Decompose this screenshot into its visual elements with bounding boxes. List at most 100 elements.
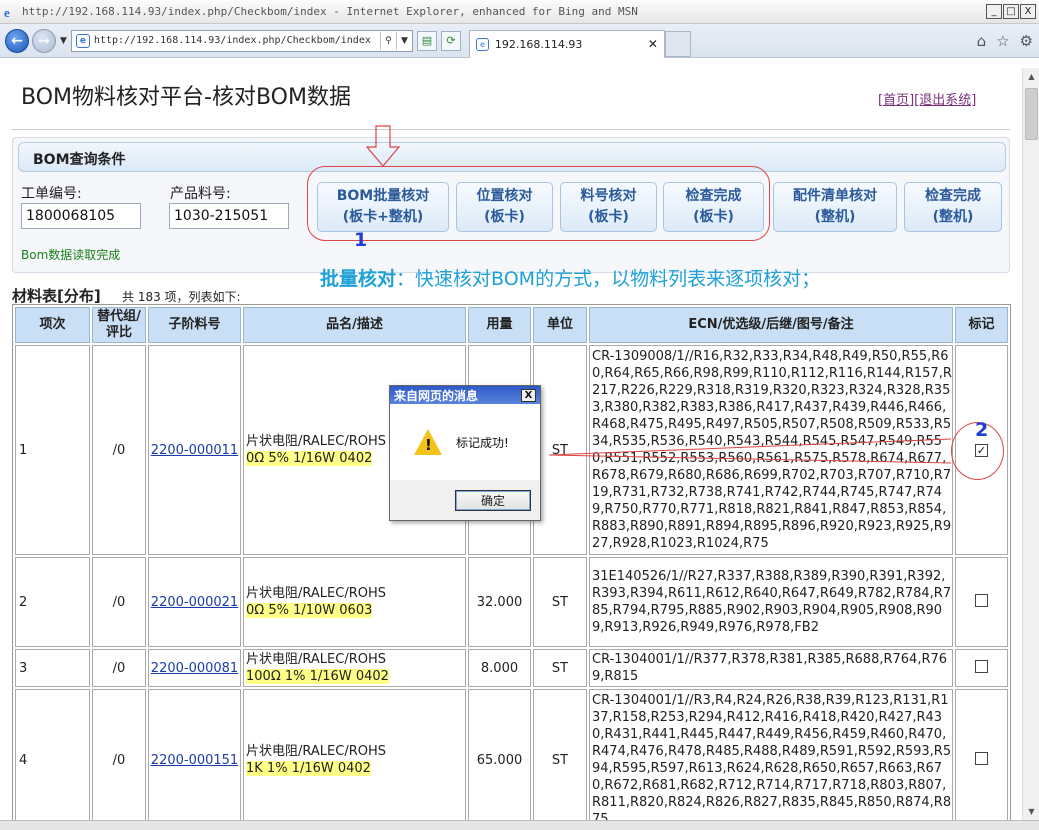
dialog-title: 来自网页的消息: [394, 388, 479, 403]
product-input[interactable]: [169, 203, 289, 229]
col-header-ecn: ECN/优选级/后继/图号/备注: [589, 307, 953, 343]
page-icon: e: [75, 33, 90, 48]
address-dropdown-icon[interactable]: ▼: [395, 31, 412, 50]
accessory-check-button[interactable]: 配件清单核对 (整机): [773, 182, 897, 232]
divider: [12, 129, 1010, 130]
window-controls: _ □ X: [986, 4, 1036, 19]
row-unit: ST: [533, 345, 587, 555]
desc-line2: 0Ω 5% 1/16W 0402: [246, 451, 373, 466]
row-part-cell: 2200-000151: [148, 689, 241, 830]
caption-rest: ：快速核对BOM的方式，以物料列表来逐项核对；: [396, 268, 821, 290]
page-content: BOM物料核对平台-核对BOM数据 [首页][退出系统] BOM查询条件 工单编…: [0, 59, 1021, 830]
dialog-titlebar: 来自网页的消息 X: [390, 386, 540, 404]
row-part-cell: 2200-000011: [148, 345, 241, 555]
product-label: 产品料号:: [170, 186, 231, 202]
top-links: [首页][退出系统]: [878, 89, 976, 108]
scroll-down-icon[interactable]: ▼: [1023, 803, 1039, 820]
part-number-link[interactable]: 2200-000081: [151, 661, 238, 676]
scroll-up-icon[interactable]: ▲: [1023, 68, 1039, 85]
row-ecn: CR-1304001/1//R377,R378,R381,R385,R688,R…: [589, 649, 953, 687]
button-line2: (整机): [814, 209, 856, 225]
annotation-arrow-icon: [366, 125, 400, 167]
new-tab-button[interactable]: [664, 30, 691, 57]
home-link[interactable]: [首页]: [878, 93, 914, 108]
message-dialog: 来自网页的消息 X 标记成功! 确定: [389, 385, 541, 521]
vertical-scrollbar[interactable]: ▲ ▼: [1022, 68, 1039, 820]
browser-tab[interactable]: e 192.168.114.93 ✕: [468, 29, 665, 58]
row-no: 2: [15, 557, 90, 647]
close-window-button[interactable]: X: [1020, 4, 1036, 19]
window-title: http://192.168.114.93/index.php/Checkbom…: [22, 5, 638, 18]
row-sub: /0: [92, 689, 146, 830]
ie-logo-icon: e: [4, 4, 10, 20]
col-header-sub: 替代组/评比: [92, 307, 146, 343]
row-unit: ST: [533, 649, 587, 687]
machine-complete-button[interactable]: 检查完成 (整机): [904, 182, 1002, 232]
browser-toolbar: ← → ▼ e http://192.168.114.93/index.php/…: [0, 24, 1039, 58]
materials-count: 共 183 项，列表如下:: [122, 290, 241, 304]
address-bar[interactable]: e http://192.168.114.93/index.php/Checkb…: [70, 29, 413, 52]
status-bar: [0, 820, 1039, 830]
desc-line1: 片状电阻/RALEC/ROHS: [246, 586, 386, 601]
col-header-unit: 单位: [533, 307, 587, 343]
row-sub: /0: [92, 649, 146, 687]
table-row: 2 /0 2200-000021 片状电阻/RALEC/ROHS 0Ω 5% 1/…: [15, 557, 1008, 647]
bom-table: 项次 替代组/评比 子阶料号 品名/描述 用量 单位 ECN/优选级/后继/图号…: [12, 304, 1011, 830]
row-unit: ST: [533, 689, 587, 830]
row-ecn: CR-1304001/1//R3,R4,R24,R26,R38,R39,R123…: [589, 689, 953, 830]
dialog-message: 标记成功!: [456, 435, 509, 450]
table-row: 3 /0 2200-000081 片状电阻/RALEC/ROHS 100Ω 1% …: [15, 649, 1008, 687]
gear-icon[interactable]: ⚙: [1020, 32, 1033, 50]
row-desc: 片状电阻/RALEC/ROHS 100Ω 1% 1/16W 0402: [243, 649, 466, 687]
row-ecn: CR-1309008/1//R16,R32,R33,R34,R48,R49,R5…: [589, 345, 953, 555]
desc-line1: 片状电阻/RALEC/ROHS: [246, 652, 386, 667]
forward-button[interactable]: →: [32, 28, 56, 53]
favorites-star-icon[interactable]: ☆: [996, 32, 1009, 50]
col-header-desc: 品名/描述: [243, 307, 466, 343]
scroll-thumb[interactable]: [1025, 88, 1038, 140]
col-header-no: 项次: [15, 307, 90, 343]
caption-bold: 批量核对: [320, 268, 397, 290]
row-no: 4: [15, 689, 90, 830]
part-number-link[interactable]: 2200-000151: [151, 753, 238, 768]
annotation-caption: 批量核对：快速核对BOM的方式，以物料列表来逐项核对；: [320, 264, 820, 291]
row-unit: ST: [533, 557, 587, 647]
row-no: 3: [15, 649, 90, 687]
tab-label: 192.168.114.93: [494, 37, 583, 51]
work-order-label: 工单编号:: [21, 186, 82, 202]
mark-checkbox[interactable]: [975, 659, 988, 673]
maximize-button[interactable]: □: [1003, 4, 1019, 19]
address-input[interactable]: http://192.168.114.93/index.php/Checkbom…: [94, 35, 380, 46]
row-mark-cell: [955, 649, 1008, 687]
minimize-button[interactable]: _: [986, 4, 1002, 19]
tab-close-icon[interactable]: ✕: [648, 37, 658, 51]
materials-title: 材料表[分布]: [12, 287, 101, 305]
mark-checkbox[interactable]: [975, 751, 988, 765]
dialog-ok-button[interactable]: 确定: [455, 490, 531, 511]
logout-link[interactable]: [退出系统]: [914, 93, 976, 108]
history-dropdown-icon[interactable]: ▼: [60, 36, 67, 46]
refresh-icon[interactable]: ⟳: [440, 30, 461, 51]
arrow-right-icon: →: [38, 32, 50, 49]
part-number-link[interactable]: 2200-000021: [151, 595, 238, 610]
row-sub: /0: [92, 345, 146, 555]
warning-icon: [414, 429, 442, 455]
annotation-number-2: 2: [975, 419, 989, 441]
table-row: 4 /0 2200-000151 片状电阻/RALEC/ROHS 1K 1% 1/…: [15, 689, 1008, 830]
dialog-body: 标记成功!: [390, 404, 540, 480]
row-qty: 8.000: [468, 649, 531, 687]
row-desc: 片状电阻/RALEC/ROHS 0Ω 5% 1/10W 0603: [243, 557, 466, 647]
arrow-left-icon: ←: [11, 32, 23, 49]
row-mark-cell: [955, 689, 1008, 830]
window-titlebar: e http://192.168.114.93/index.php/Checkb…: [0, 0, 1039, 24]
annotation-number-1: 1: [354, 229, 368, 251]
part-number-link[interactable]: 2200-000011: [151, 443, 238, 458]
row-qty: 65.000: [468, 689, 531, 830]
search-icon[interactable]: ⚲: [379, 31, 396, 50]
compat-view-icon[interactable]: ▤: [416, 30, 437, 51]
work-order-input[interactable]: [21, 203, 141, 229]
mark-checkbox[interactable]: [975, 593, 988, 607]
dialog-close-button[interactable]: X: [521, 388, 536, 402]
back-button[interactable]: ←: [5, 28, 29, 53]
home-icon[interactable]: ⌂: [977, 32, 987, 50]
